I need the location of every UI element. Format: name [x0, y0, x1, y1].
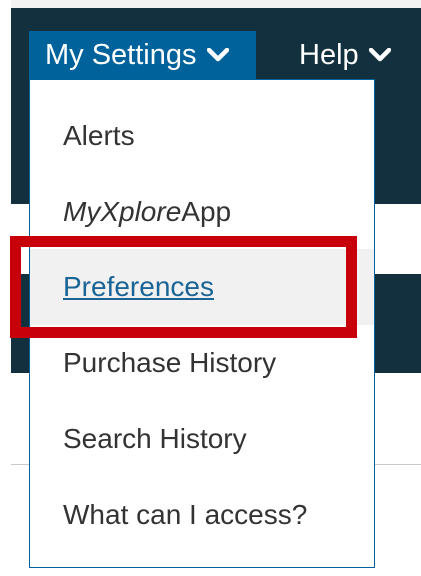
help-menu-button[interactable]: Help	[283, 31, 391, 79]
menu-item-search-history[interactable]: Search History	[30, 401, 374, 477]
menu-item-preferences[interactable]: Preferences	[30, 249, 374, 325]
help-label: Help	[299, 38, 359, 71]
menu-item-label-italic: MyXplore	[63, 196, 182, 227]
menu-item-purchase-history[interactable]: Purchase History	[30, 325, 374, 401]
menu-item-label: Alerts	[63, 120, 135, 151]
top-strip	[11, 0, 421, 8]
menu-item-label-rest: App	[181, 196, 232, 227]
menu-item-label[interactable]: Preferences	[63, 271, 214, 303]
chevron-down-icon	[206, 48, 229, 62]
menu-item-label: Search History	[63, 423, 247, 454]
settings-dropdown-menu: Alerts MyXplore App Preferences Purchase …	[29, 79, 375, 568]
menu-item-alerts[interactable]: Alerts	[30, 98, 374, 174]
page: My Settings Help Alerts MyXplore App Pref…	[0, 0, 421, 576]
my-settings-label: My Settings	[45, 38, 197, 71]
menu-item-what-can-i-access[interactable]: What can I access?	[30, 477, 374, 553]
menu-item-label: What can I access?	[63, 499, 308, 530]
menu-item-label: Purchase History	[63, 347, 277, 378]
chevron-down-icon	[368, 48, 391, 62]
my-settings-menu-button[interactable]: My Settings	[29, 31, 256, 79]
menu-item-myxplore-app[interactable]: MyXplore App	[30, 174, 374, 250]
